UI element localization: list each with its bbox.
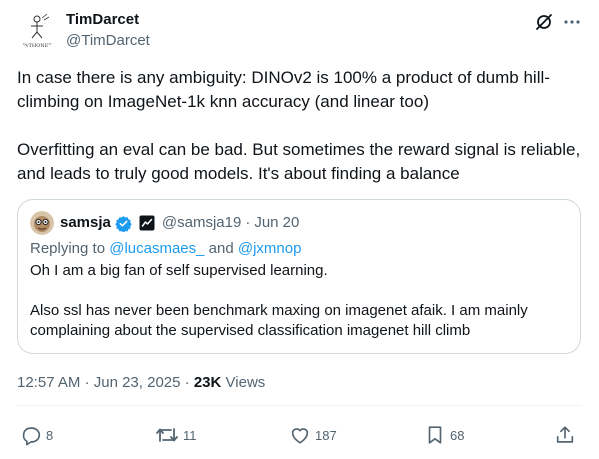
reply-user-link-2[interactable]: @jxmnop [238, 240, 302, 257]
repost-count: 11 [183, 427, 197, 443]
quoted-author-handle[interactable]: @samsja19 [162, 213, 241, 233]
reply-user-link-1[interactable]: @lucasmaes_ [109, 240, 204, 257]
reply-count: 8 [46, 427, 54, 443]
like-button[interactable]: 187 [289, 424, 337, 446]
repost-button[interactable]: 11 [155, 424, 197, 446]
views-count: 23K [193, 374, 222, 391]
bookmark-count: 68 [450, 427, 465, 443]
more-icon[interactable] [561, 11, 583, 33]
top-actions [533, 11, 583, 33]
verified-badge-icon [115, 215, 132, 232]
quoted-separator: · [245, 214, 251, 231]
quoted-tweet-text: Oh I am a big fan of self supervised lea… [30, 262, 528, 339]
reply-icon [20, 424, 42, 446]
like-icon [289, 424, 311, 446]
repost-icon [155, 424, 179, 446]
meta-separator-2: · [184, 374, 190, 391]
share-button[interactable] [554, 424, 576, 446]
tweet-meta: 12:57 AM · Jun 23, 2025 · 23K Views [17, 373, 265, 393]
action-bar: 8 11 187 68 [20, 424, 580, 446]
quoted-tweet-header: samsja @samsja19 · Jun 20 [30, 211, 299, 235]
tweet-date[interactable]: Jun 23, 2025 [94, 374, 181, 391]
tweet-text: In case there is any ambiguity: DINOv2 i… [17, 68, 581, 183]
author-avatar-drawing: PyTHONET [17, 10, 57, 50]
avatar-caption: PyTHONET [22, 43, 52, 49]
author-handle[interactable]: @TimDarcet [66, 31, 150, 51]
like-count: 187 [315, 427, 337, 443]
quoted-avatar[interactable] [30, 211, 54, 235]
bookmark-icon [424, 424, 446, 446]
replying-prefix: Replying to [30, 240, 106, 257]
views-label: Views [225, 374, 266, 391]
tweet: PyTHONET TimDarcet @TimDarcet In case th… [0, 0, 599, 459]
replying-to: Replying to @lucasmaes_ and @jxmnop [30, 239, 301, 259]
author-avatar[interactable]: PyTHONET [17, 10, 57, 50]
quoted-tweet[interactable]: samsja @samsja19 · Jun 20 Replying to @l… [17, 199, 581, 354]
bookmark-button[interactable]: 68 [424, 424, 464, 446]
reply-and: and [208, 240, 234, 257]
author-name[interactable]: TimDarcet [66, 10, 150, 30]
affiliate-badge-icon[interactable] [139, 215, 155, 231]
tweet-time[interactable]: 12:57 AM [17, 374, 80, 391]
share-icon [554, 424, 576, 446]
quoted-date[interactable]: Jun 20 [254, 213, 299, 233]
quoted-author-name[interactable]: samsja [60, 213, 111, 233]
author-block: TimDarcet @TimDarcet [66, 10, 150, 51]
grok-slash-icon[interactable] [533, 11, 555, 33]
divider [17, 405, 582, 406]
reply-button[interactable]: 8 [20, 424, 53, 446]
meta-separator-1: · [84, 374, 90, 391]
